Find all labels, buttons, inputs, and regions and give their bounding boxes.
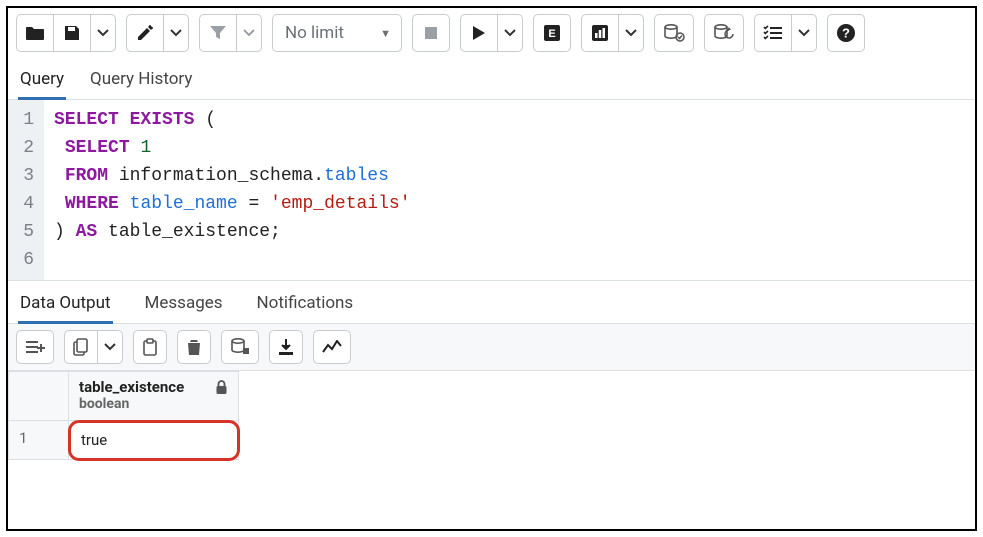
filter-group	[199, 14, 262, 52]
stop-icon	[424, 26, 438, 40]
save-icon	[63, 24, 81, 42]
help-button[interactable]: ?	[827, 14, 865, 52]
clipboard-icon	[142, 338, 158, 356]
line-number: 5	[22, 218, 34, 246]
delete-row-button[interactable]	[177, 330, 211, 364]
line-number: 4	[22, 190, 34, 218]
explain-button[interactable]: E	[533, 14, 571, 52]
top-toolbar: No limit ▼ E	[8, 8, 975, 59]
column-header[interactable]: table_existence boolean	[69, 372, 239, 421]
caret-down-icon: ▼	[380, 27, 391, 40]
result-grid[interactable]: table_existence boolean 1true	[8, 371, 239, 460]
db-rollback-icon	[713, 24, 735, 42]
list-check-icon	[763, 25, 783, 41]
stop-button[interactable]	[412, 14, 450, 52]
copy-dropdown-button[interactable]	[97, 330, 123, 364]
save-dropdown-button[interactable]	[90, 14, 116, 52]
row-number-header[interactable]	[9, 372, 69, 421]
macros-button[interactable]	[754, 14, 792, 52]
edit-group	[126, 14, 189, 52]
rollback-button[interactable]	[704, 14, 744, 52]
analyze-dropdown-button[interactable]	[618, 14, 644, 52]
tab-query[interactable]: Query	[18, 63, 66, 100]
execute-button[interactable]	[460, 14, 498, 52]
code-line[interactable]: SELECT 1	[54, 134, 965, 162]
tab-messages[interactable]: Messages	[143, 287, 225, 323]
explain-icon: E	[543, 24, 561, 42]
line-number: 1	[22, 106, 34, 134]
download-icon	[278, 338, 294, 356]
chevron-down-icon	[104, 343, 116, 351]
tab-notifications[interactable]: Notifications	[255, 287, 356, 323]
commit-button[interactable]	[654, 14, 694, 52]
line-chart-icon	[322, 340, 342, 354]
folder-icon	[25, 25, 45, 41]
add-row-button[interactable]	[16, 330, 54, 364]
paste-button[interactable]	[133, 330, 167, 364]
graph-button[interactable]	[313, 330, 351, 364]
download-button[interactable]	[269, 330, 303, 364]
data-output-panel: table_existence boolean 1true	[8, 371, 975, 529]
trash-icon	[186, 338, 202, 356]
macros-dropdown-button[interactable]	[791, 14, 817, 52]
column-type: boolean	[79, 396, 228, 412]
svg-text:?: ?	[842, 26, 850, 41]
play-icon	[472, 25, 486, 41]
filter-icon	[209, 25, 227, 41]
result-tabs: Data Output Messages Notifications	[8, 280, 975, 324]
explain-analyze-button[interactable]	[581, 14, 619, 52]
filter-button[interactable]	[199, 14, 237, 52]
chevron-down-icon	[504, 29, 516, 37]
chevron-down-icon	[97, 29, 109, 37]
table-row[interactable]: 1true	[9, 421, 239, 460]
row-limit-select[interactable]: No limit ▼	[272, 14, 402, 52]
code-line[interactable]: WHERE table_name = 'emp_details'	[54, 190, 965, 218]
sql-code[interactable]: SELECT EXISTS ( SELECT 1 FROM informatio…	[44, 100, 975, 280]
help-icon: ?	[836, 23, 856, 43]
db-save-icon	[230, 338, 250, 356]
copy-icon	[73, 338, 89, 356]
editor-tabs: Query Query History	[8, 59, 975, 100]
line-number: 6	[22, 246, 34, 274]
data-cell[interactable]: true	[69, 421, 239, 460]
sql-editor[interactable]: 123456 SELECT EXISTS ( SELECT 1 FROM inf…	[8, 100, 975, 280]
result-toolbar	[8, 324, 975, 371]
edit-button[interactable]	[126, 14, 164, 52]
execute-group	[460, 14, 523, 52]
line-gutter: 123456	[8, 100, 44, 280]
analyze-group	[581, 14, 644, 52]
query-tool-window: No limit ▼ E	[6, 6, 977, 531]
rows-plus-icon	[25, 339, 45, 355]
code-line[interactable]: ) AS table_existence;	[54, 218, 965, 246]
macros-group	[754, 14, 817, 52]
pencil-icon	[136, 24, 154, 42]
chevron-down-icon	[243, 29, 255, 37]
copy-group	[64, 330, 123, 364]
execute-dropdown-button[interactable]	[497, 14, 523, 52]
code-line[interactable]	[54, 246, 965, 274]
open-file-button[interactable]	[16, 14, 54, 52]
filter-dropdown-button[interactable]	[236, 14, 262, 52]
save-data-button[interactable]	[221, 330, 259, 364]
chevron-down-icon	[625, 29, 637, 37]
edit-dropdown-button[interactable]	[163, 14, 189, 52]
tab-query-history[interactable]: Query History	[88, 63, 194, 99]
row-number-cell[interactable]: 1	[9, 421, 69, 460]
tab-data-output[interactable]: Data Output	[18, 287, 113, 324]
svg-text:E: E	[548, 28, 555, 40]
copy-button[interactable]	[64, 330, 98, 364]
save-file-button[interactable]	[53, 14, 91, 52]
line-number: 3	[22, 162, 34, 190]
file-group	[16, 14, 116, 52]
row-limit-label: No limit	[285, 23, 344, 43]
line-number: 2	[22, 134, 34, 162]
code-line[interactable]: SELECT EXISTS (	[54, 106, 965, 134]
chevron-down-icon	[170, 29, 182, 37]
lock-icon	[215, 380, 228, 395]
db-check-icon	[663, 24, 685, 42]
column-name: table_existence	[79, 378, 228, 396]
chevron-down-icon	[798, 29, 810, 37]
bar-chart-icon	[591, 24, 609, 42]
code-line[interactable]: FROM information_schema.tables	[54, 162, 965, 190]
